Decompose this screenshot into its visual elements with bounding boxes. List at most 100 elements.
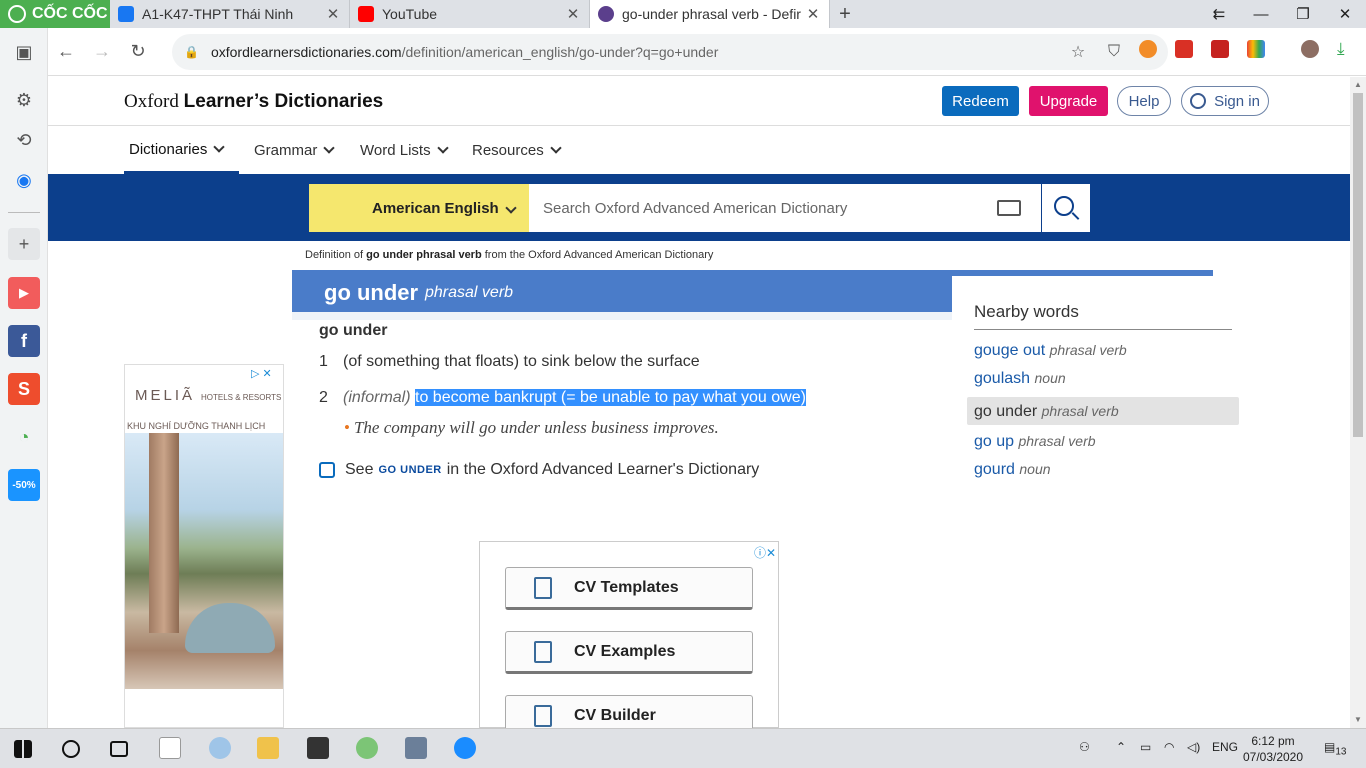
tiki-icon[interactable]: -50%: [8, 469, 40, 501]
dictionary-select[interactable]: American English: [309, 184, 529, 232]
cv-builder-button[interactable]: CV Builder: [505, 695, 753, 728]
cv-examples-button[interactable]: CV Examples: [505, 631, 753, 674]
nav-resources[interactable]: Resources: [467, 127, 565, 174]
new-extension-icon[interactable]: [1175, 40, 1193, 58]
address-bar[interactable]: 🔒 oxfordlearnersdictionaries.com/definit…: [172, 34, 1168, 70]
search-button[interactable]: [1042, 184, 1090, 232]
see-also-term[interactable]: GO UNDER: [378, 464, 441, 476]
cv-ad[interactable]: ⓘ✕ CV Templates CV Examples CV Builder: [479, 541, 779, 728]
extension-icon[interactable]: [1211, 40, 1229, 58]
minimize-icon[interactable]: —: [1240, 0, 1282, 28]
bookmark-star-icon[interactable]: ☆: [1060, 42, 1096, 62]
headword: go under: [324, 280, 419, 305]
new-tab-button[interactable]: +: [830, 0, 860, 28]
hotel-ad[interactable]: ▷ ✕ MELIÃ HOTELS & RESORTS KHU NGHỈ DƯỠN…: [124, 364, 284, 728]
keyboard-icon[interactable]: [997, 200, 1021, 216]
tab-youtube[interactable]: YouTube ✕: [350, 0, 590, 28]
facebook-icon[interactable]: f: [8, 325, 40, 357]
sidebar-toggle-icon[interactable]: ▣: [8, 36, 40, 68]
upgrade-button[interactable]: Upgrade: [1029, 86, 1108, 116]
nearby-item[interactable]: goulash noun: [974, 370, 1066, 388]
nearby-item[interactable]: gourd noun: [974, 461, 1051, 479]
adchoices-icon[interactable]: ⓘ✕: [754, 544, 776, 561]
download-arrow-icon[interactable]: ⤓: [1337, 40, 1355, 58]
wifi-icon[interactable]: ◠: [1164, 740, 1174, 754]
app-icon[interactable]: [307, 737, 329, 759]
app-icon[interactable]: [405, 737, 427, 759]
cv-button-label: CV Templates: [574, 578, 679, 596]
battery-icon[interactable]: ▭: [1140, 740, 1151, 754]
task-view-icon[interactable]: [110, 741, 128, 757]
adchoices-icon[interactable]: ▷ ✕: [251, 367, 272, 380]
nearby-pos: phrasal verb: [1041, 403, 1119, 419]
help-button[interactable]: Help: [1117, 86, 1171, 116]
nearby-word: goulash: [974, 370, 1031, 387]
notification-icon[interactable]: ▤13: [1324, 740, 1346, 757]
youtube-icon: [358, 6, 374, 22]
shopee-icon[interactable]: S: [8, 373, 40, 405]
signin-button[interactable]: Sign in: [1181, 86, 1269, 116]
app-icon[interactable]: [159, 737, 181, 759]
ad-brand: MELIÃ: [135, 387, 196, 404]
scrollbar-thumb[interactable]: [1353, 93, 1363, 437]
cv-templates-button[interactable]: CV Templates: [505, 567, 753, 610]
coccoc-icon[interactable]: ◔: [8, 421, 40, 453]
tab-facebook[interactable]: A1-K47-THPT Thái Ninh ✕: [110, 0, 350, 28]
close-window-icon[interactable]: ✕: [1324, 0, 1366, 28]
file-explorer-icon[interactable]: [257, 737, 279, 759]
nav-dictionaries[interactable]: Dictionaries: [124, 127, 239, 174]
search-icon[interactable]: [62, 740, 80, 758]
nav-label: Grammar: [254, 142, 318, 159]
youtube-icon[interactable]: ▶: [8, 277, 40, 309]
gear-icon[interactable]: ⚙: [8, 84, 40, 116]
search-input[interactable]: Search Oxford Advanced American Dictiona…: [529, 184, 1041, 232]
menu-icon[interactable]: ⇇: [1198, 0, 1240, 28]
restore-icon[interactable]: ❐: [1282, 0, 1324, 28]
zalo-icon[interactable]: [454, 737, 476, 759]
scroll-up-icon[interactable]: ▲: [1350, 77, 1366, 93]
extension-icon[interactable]: [1139, 40, 1157, 58]
see-also-link[interactable]: See GO UNDER in the Oxford Advanced Learne…: [319, 461, 759, 479]
nearby-words-panel: Nearby words gouge out phrasal verb goul…: [952, 276, 1246, 516]
site-logo[interactable]: Oxford Learner’s Dictionaries: [124, 91, 383, 113]
gear-document-icon: [534, 705, 552, 727]
back-button[interactable]: ←: [48, 34, 84, 70]
chevron-up-icon[interactable]: ⌃: [1116, 740, 1126, 754]
close-icon[interactable]: ✕: [805, 5, 821, 23]
nearby-item-selected[interactable]: go under phrasal verb: [967, 397, 1239, 425]
nearby-pos: phrasal verb: [1049, 342, 1127, 358]
coccoc-taskbar-icon[interactable]: [356, 737, 378, 759]
nav-grammar[interactable]: Grammar: [249, 127, 338, 174]
redeem-button[interactable]: Redeem: [942, 86, 1019, 116]
close-icon[interactable]: ✕: [325, 5, 341, 23]
history-icon[interactable]: ⟲: [8, 124, 40, 156]
lock-icon[interactable]: 🔒: [184, 45, 199, 59]
language-indicator[interactable]: ENG: [1212, 740, 1238, 754]
nav-word-lists[interactable]: Word Lists: [355, 127, 452, 174]
messenger-icon[interactable]: ◉: [8, 164, 40, 196]
forward-button[interactable]: →: [84, 34, 120, 70]
avatar[interactable]: [1301, 40, 1319, 58]
main-nav: Dictionaries Grammar Word Lists Resource…: [48, 127, 1350, 174]
example-text: The company will go under unless busines…: [353, 418, 719, 437]
extension-icon[interactable]: [1247, 40, 1265, 58]
nearby-item[interactable]: go up phrasal verb: [974, 433, 1096, 451]
nearby-item[interactable]: gouge out phrasal verb: [974, 342, 1127, 360]
reload-button[interactable]: ↻: [120, 34, 156, 70]
page-scrollbar[interactable]: ▲ ▼: [1350, 77, 1366, 728]
close-icon[interactable]: ✕: [565, 5, 581, 23]
coccoc-logo[interactable]: CỐC CỐC: [0, 0, 110, 28]
register-label: (informal): [343, 389, 411, 406]
tab-oxford[interactable]: go-under phrasal verb - Defir ✕: [590, 0, 830, 28]
scroll-down-icon[interactable]: ▼: [1350, 712, 1366, 728]
chevron-down-icon: [323, 142, 336, 154]
paint-icon[interactable]: [209, 737, 231, 759]
clock[interactable]: 6:12 pm 07/03/2020: [1238, 733, 1308, 765]
windows-start-icon[interactable]: [14, 740, 32, 758]
facebook-icon: [118, 6, 134, 22]
people-icon[interactable]: ⚇: [1079, 740, 1090, 754]
add-icon[interactable]: +: [8, 228, 40, 260]
nearby-pos: phrasal verb: [1018, 433, 1096, 449]
shield-icon[interactable]: ⛉: [1096, 43, 1132, 61]
volume-icon[interactable]: ◁): [1187, 740, 1200, 754]
